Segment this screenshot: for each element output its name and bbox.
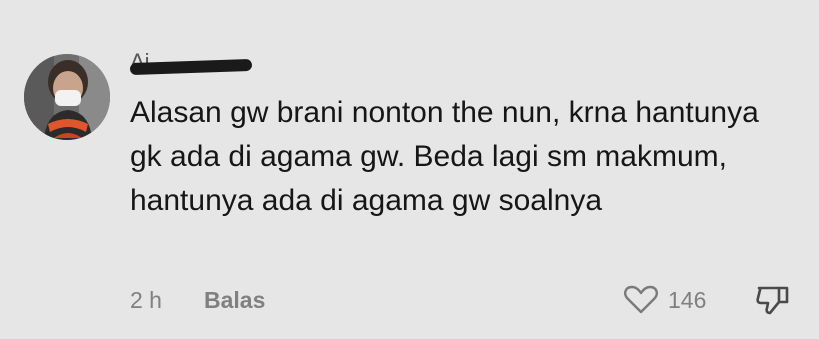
thumbs-down-icon	[756, 286, 789, 315]
username-area[interactable]: Ai…	[129, 49, 280, 76]
comment-text: Alasan gw brani nonton the nun, krna han…	[130, 96, 759, 217]
heart-icon	[624, 285, 658, 314]
reply-button[interactable]: Balas	[204, 285, 265, 315]
comment-footer: 2 h Balas 146	[130, 285, 795, 315]
avatar-photo	[24, 54, 110, 140]
comment: Ai… Alasan gw brani nonton the nun, krna…	[0, 0, 819, 339]
timestamp: 2 h	[130, 287, 162, 313]
avatar[interactable]	[24, 54, 110, 140]
dislike-button[interactable]	[755, 285, 791, 315]
like-count: 146	[668, 287, 707, 313]
